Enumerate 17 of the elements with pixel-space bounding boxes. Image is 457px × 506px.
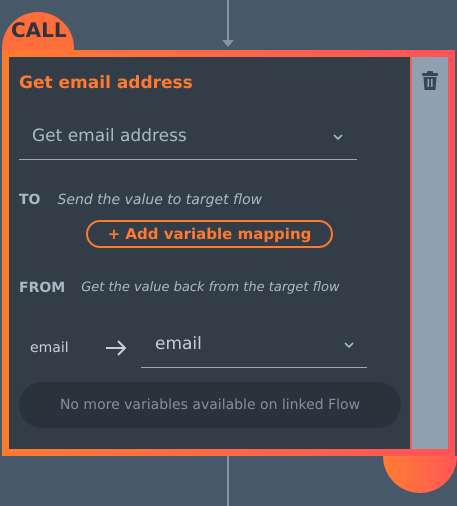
flow-select[interactable]: Get email address: [19, 120, 357, 160]
add-mapping-button[interactable]: + Add variable mapping: [86, 220, 333, 248]
chevron-icon: [333, 134, 343, 140]
variable-select[interactable]: email: [141, 328, 367, 368]
connector-arrow: [222, 0, 234, 47]
section-label: TO: [19, 191, 40, 210]
section-description: Get the value back from the target flow: [81, 279, 340, 297]
connector-line: [227, 456, 229, 506]
arrow-icon: [105, 340, 127, 356]
node-title: Get email address: [19, 72, 194, 94]
chevron-icon: [344, 342, 354, 348]
trash-icon[interactable]: [422, 71, 438, 90]
info-message: No more variables available on linked Flow: [19, 382, 401, 428]
variable-name: email: [29, 338, 70, 358]
section-description: Send the value to target flow: [57, 191, 262, 210]
section-label: FROM: [19, 279, 66, 298]
node-tag: CALL: [2, 12, 74, 50]
